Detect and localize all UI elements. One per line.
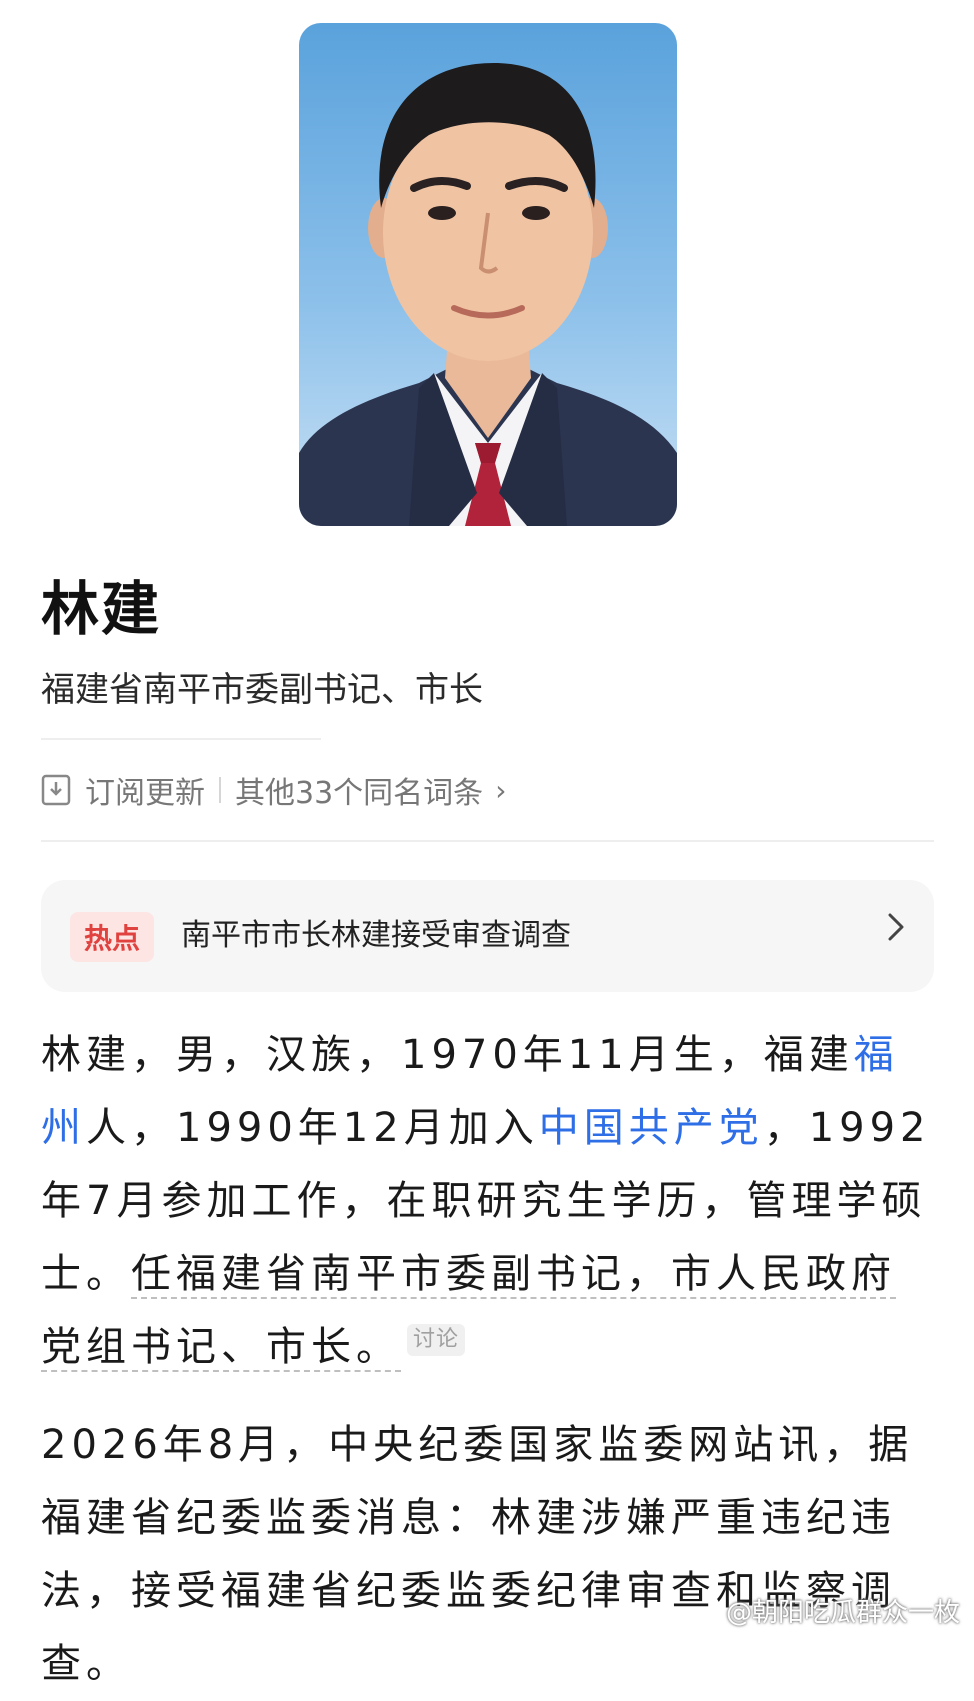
page-subtitle: 福建省南平市委副书记、市长 bbox=[41, 670, 483, 710]
chevron-right-icon bbox=[886, 910, 906, 953]
subscribe-button[interactable]: 订阅更新 bbox=[85, 768, 205, 812]
hot-badge: 热点 bbox=[70, 912, 154, 962]
bio-text: 人，1990年12月加入 bbox=[86, 1105, 539, 1151]
page-title: 林建 bbox=[41, 575, 162, 643]
discuss-button[interactable]: 讨论 bbox=[407, 1323, 466, 1356]
chevron-right-icon: › bbox=[495, 773, 507, 807]
separator bbox=[219, 777, 221, 803]
bio-text: 林建，男，汉族，1970年11月生，福建 bbox=[41, 1032, 854, 1078]
watermark: @朝阳吃瓜群众一枚 bbox=[725, 1598, 960, 1628]
meta-row: 订阅更新 其他33个同名词条 › bbox=[41, 768, 507, 812]
news-paragraph: 2026年8月，中央纪委国家监委网站讯，据福建省纪委监委消息：林建涉嫌严重违纪违… bbox=[41, 1422, 914, 1687]
subscribe-icon[interactable] bbox=[41, 774, 71, 806]
same-name-entries-link[interactable]: 其他33个同名词条 bbox=[235, 768, 483, 812]
divider bbox=[41, 738, 321, 740]
divider bbox=[41, 840, 934, 842]
bio-paragraph: 林建，男，汉族，1970年11月生，福建福州人，1990年12月加入中国共产党，… bbox=[41, 1019, 934, 1384]
current-position-text[interactable]: 任福建省南平市委副书记，市人民政府党组书记、市长。 bbox=[41, 1251, 896, 1372]
profile-photo bbox=[299, 23, 677, 526]
hot-news-headline[interactable]: 南平市市长林建接受审查调查 bbox=[181, 919, 571, 952]
hot-news-card[interactable]: 热点 南平市市长林建接受审查调查 bbox=[41, 880, 934, 992]
link-cpc[interactable]: 中国共产党 bbox=[539, 1105, 764, 1151]
